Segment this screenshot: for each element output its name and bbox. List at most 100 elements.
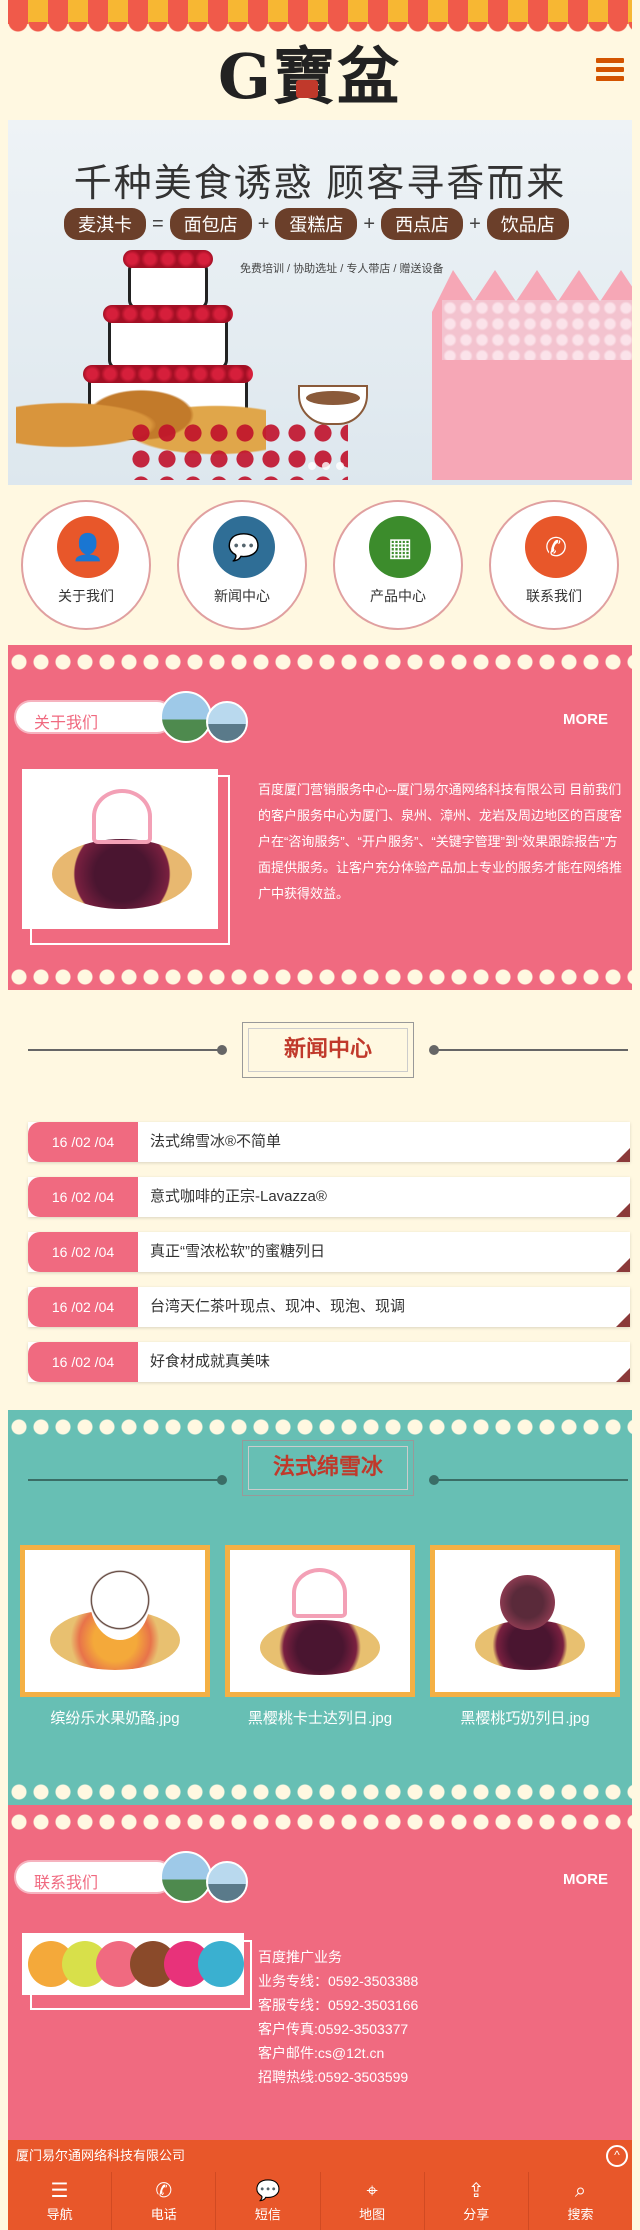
news-date: 16 /02 /04 bbox=[28, 1177, 138, 1217]
corner-decoration bbox=[616, 1258, 630, 1272]
news-section: 新闻中心 16 /02 /04 法式绵雪冰®不简单 16 /02 /04 意式咖… bbox=[8, 990, 632, 1410]
product-name: 黑樱桃卡士达列日.jpg bbox=[247, 1710, 393, 1727]
contact-section: 联系我们 MORE 百度推广业务 业务专线：0592-3503388 客服专线：… bbox=[8, 1805, 632, 2140]
coffee-cup-image bbox=[298, 385, 368, 425]
news-title-box: 新闻中心 bbox=[242, 1022, 414, 1078]
contact-line: 百度推广业务 bbox=[258, 1949, 342, 1965]
banner-operator: = bbox=[152, 212, 164, 235]
slider-dots[interactable] bbox=[308, 462, 344, 470]
phone-icon: ✆ bbox=[155, 2180, 173, 2202]
quicknav-label: 新闻中心 bbox=[214, 588, 270, 604]
section-heading: 新闻中心 bbox=[283, 1036, 372, 1061]
product-card[interactable]: 黑樱桃巧奶列日.jpg bbox=[430, 1545, 620, 1728]
contact-line[interactable]: 客户邮件:cs@12t.cn bbox=[258, 2041, 418, 2065]
quicknav-label: 关于我们 bbox=[58, 588, 114, 604]
quick-nav: 👤 关于我们 💬 新闻中心 ▦ 产品中心 ✆ 联系我们 bbox=[8, 485, 632, 645]
news-list: 16 /02 /04 法式绵雪冰®不简单 16 /02 /04 意式咖啡的正宗-… bbox=[28, 1122, 630, 1397]
macaron-image bbox=[22, 1933, 244, 1995]
news-date: 16 /02 /04 bbox=[28, 1342, 138, 1382]
bottom-nav-sms[interactable]: 💬 短信 bbox=[215, 2172, 319, 2230]
quicknav-products[interactable]: ▦ 产品中心 bbox=[333, 500, 463, 630]
quicknav-label: 联系我们 bbox=[526, 588, 582, 604]
contact-line: 客户传真:0592-3503377 bbox=[258, 2021, 409, 2037]
corner-decoration bbox=[616, 1148, 630, 1162]
bottom-nav-label: 电话 bbox=[150, 2207, 177, 2222]
logo[interactable]: G寶盆 bbox=[218, 26, 428, 113]
contact-line[interactable]: 招聘热线:0592-3503599 bbox=[258, 2065, 418, 2089]
product-card[interactable]: 黑樱桃卡士达列日.jpg bbox=[225, 1545, 415, 1728]
bottom-nav-menu[interactable]: ☰ 导航 bbox=[8, 2172, 111, 2230]
about-heading-pill: 关于我们 bbox=[14, 700, 174, 734]
contact-info: 百度推广业务 业务专线：0592-3503388 客服专线：0592-35031… bbox=[258, 1945, 418, 2089]
news-title: 意式咖啡的正宗-Lavazza® bbox=[150, 1188, 327, 1205]
bottom-nav-share[interactable]: ⇪ 分享 bbox=[423, 2172, 528, 2230]
company-name: 厦门易尔通网络科技有限公司 bbox=[16, 2148, 186, 2163]
bottom-nav: ☰ 导航 ✆ 电话 💬 短信 ⌖ 地图 ⇪ 分享 ⌕ 搜索 bbox=[8, 2172, 632, 2230]
city-photo-icon bbox=[206, 701, 248, 743]
banner-tag: 蛋糕店 bbox=[275, 208, 358, 240]
bottom-nav-search[interactable]: ⌕ 搜索 bbox=[527, 2172, 632, 2230]
awning-decoration bbox=[8, 0, 632, 36]
berries-image bbox=[128, 420, 348, 480]
footer-bar: 厦门易尔通网络科技有限公司 ^ bbox=[8, 2140, 632, 2172]
user-icon: 👤 bbox=[57, 516, 119, 578]
bottom-nav-label: 地图 bbox=[359, 2207, 386, 2222]
contact-line[interactable]: 客服专线：0592-3503166 bbox=[258, 1993, 418, 2017]
banner-headline: 千种美食诱惑 顾客寻香而来 bbox=[73, 163, 567, 205]
news-item[interactable]: 16 /02 /04 法式绵雪冰®不简单 bbox=[28, 1122, 630, 1162]
news-item[interactable]: 16 /02 /04 好食材成就真美味 bbox=[28, 1342, 630, 1382]
product-card[interactable]: 缤纷乐水果奶酪.jpg bbox=[20, 1545, 210, 1728]
section-heading: 关于我们 bbox=[34, 715, 99, 732]
menu-icon: ☰ bbox=[50, 2180, 69, 2202]
logo-text: G寶盆 bbox=[218, 40, 401, 113]
news-date: 16 /02 /04 bbox=[28, 1287, 138, 1327]
bottom-nav-label: 分享 bbox=[463, 2207, 490, 2222]
bottom-nav-phone[interactable]: ✆ 电话 bbox=[111, 2172, 215, 2230]
about-section: 关于我们 MORE 百度厦门营销服务中心--厦门易尔通网络科技有限公司 目前我们… bbox=[8, 645, 632, 990]
hero-banner[interactable]: 千种美食诱惑 顾客寻香而来 麦淇卡 = 面包店 + 蛋糕店 + 西点店 + 饮品… bbox=[8, 120, 632, 485]
news-title: 好食材成就真美味 bbox=[150, 1353, 271, 1370]
grid-icon: ▦ bbox=[369, 516, 431, 578]
banner-tags: 麦淇卡 = 面包店 + 蛋糕店 + 西点店 + 饮品店 bbox=[64, 208, 569, 240]
menu-icon[interactable] bbox=[596, 58, 624, 82]
news-item[interactable]: 16 /02 /04 真正“雪浓松软”的蜜糖列日 bbox=[28, 1232, 630, 1272]
bottom-nav-map[interactable]: ⌖ 地图 bbox=[319, 2172, 424, 2230]
news-date: 16 /02 /04 bbox=[28, 1122, 138, 1162]
banner-operator: + bbox=[363, 212, 376, 235]
quicknav-news[interactable]: 💬 新闻中心 bbox=[177, 500, 307, 630]
share-icon: ⇪ bbox=[467, 2180, 485, 2202]
contact-line[interactable]: 业务专线：0592-3503388 bbox=[258, 1969, 418, 1993]
quicknav-contact[interactable]: ✆ 联系我们 bbox=[489, 500, 619, 630]
products-title-box: 法式绵雪冰 bbox=[242, 1440, 414, 1496]
news-item[interactable]: 16 /02 /04 意式咖啡的正宗-Lavazza® bbox=[28, 1177, 630, 1217]
product-name: 缤纷乐水果奶酪.jpg bbox=[50, 1710, 180, 1727]
more-link[interactable]: MORE bbox=[563, 711, 608, 728]
contact-heading-pill: 联系我们 bbox=[14, 1860, 174, 1894]
banner-tag: 麦淇卡 bbox=[64, 208, 146, 240]
news-title: 台湾天仁茶叶现点、现冲、现泡、现调 bbox=[150, 1298, 406, 1315]
search-icon: ⌕ bbox=[574, 2180, 587, 2202]
banner-operator: + bbox=[469, 212, 481, 235]
page: G寶盆 千种美食诱惑 顾客寻香而来 麦淇卡 = 面包店 + 蛋糕店 + 西点店 … bbox=[0, 0, 640, 2230]
header: G寶盆 bbox=[8, 0, 632, 120]
corner-decoration bbox=[616, 1368, 630, 1382]
map-icon: ⌖ bbox=[366, 2180, 378, 2202]
pink-cake-image bbox=[432, 270, 632, 480]
back-to-top-icon[interactable]: ^ bbox=[606, 2145, 628, 2167]
banner-subline: 免费培训 / 协助选址 / 专人带店 / 赠送设备 bbox=[240, 263, 444, 275]
quicknav-label: 产品中心 bbox=[370, 588, 426, 604]
banner-tag: 西点店 bbox=[381, 208, 464, 240]
news-item[interactable]: 16 /02 /04 台湾天仁茶叶现点、现冲、现泡、现调 bbox=[28, 1287, 630, 1327]
city-photo-icon bbox=[206, 1861, 248, 1903]
more-link[interactable]: MORE bbox=[563, 1871, 608, 1888]
corner-decoration bbox=[616, 1313, 630, 1327]
banner-operator: + bbox=[257, 212, 270, 235]
divider-line bbox=[28, 1045, 227, 1055]
chat-icon: 💬 bbox=[213, 516, 275, 578]
news-title: 法式绵雪冰®不简单 bbox=[150, 1133, 282, 1150]
about-description: 百度厦门营销服务中心--厦门易尔通网络科技有限公司 目前我们的客户服务中心为厦门… bbox=[258, 782, 623, 901]
quicknav-about[interactable]: 👤 关于我们 bbox=[21, 500, 151, 630]
divider-line bbox=[429, 1045, 628, 1055]
news-title: 真正“雪浓松软”的蜜糖列日 bbox=[150, 1243, 325, 1260]
corner-decoration bbox=[616, 1203, 630, 1217]
